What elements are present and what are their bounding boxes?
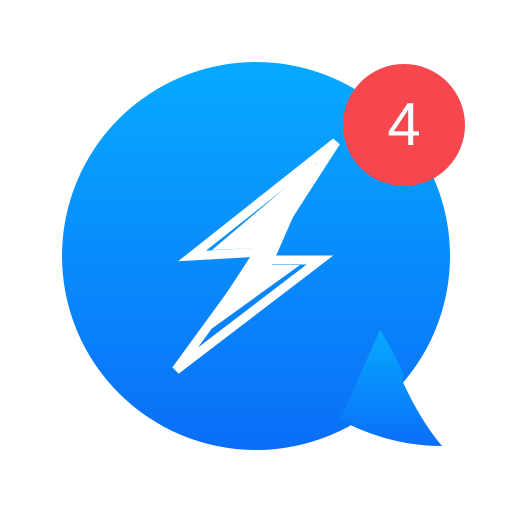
app-icon[interactable]: 4 [0,0,512,512]
notification-count: 4 [387,91,421,158]
notification-badge: 4 [343,64,465,186]
